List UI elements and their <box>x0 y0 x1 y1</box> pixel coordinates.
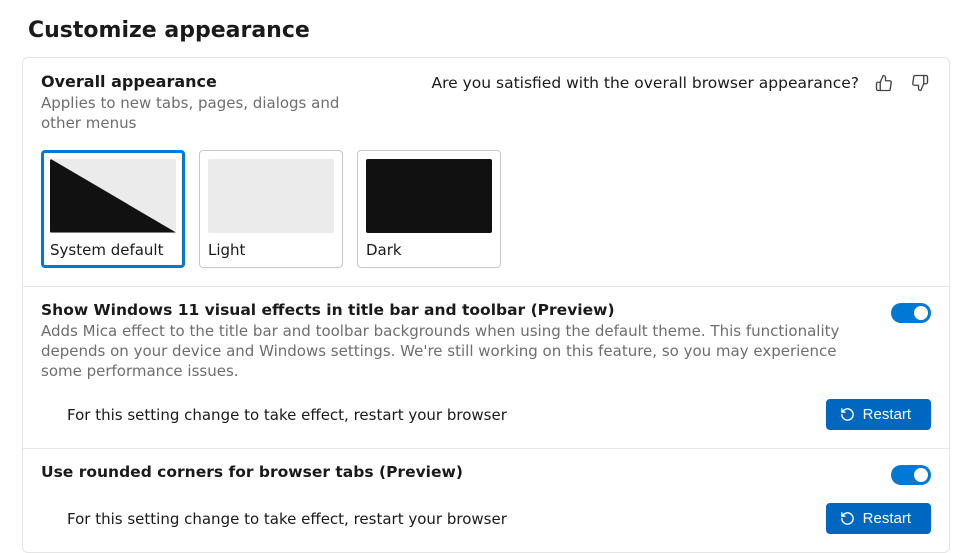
mica-title: Show Windows 11 visual effects in title … <box>41 301 871 319</box>
theme-label-system: System default <box>50 241 176 259</box>
rounded-toggle[interactable] <box>891 465 931 485</box>
refresh-icon <box>840 407 855 422</box>
appearance-card: Overall appearance Applies to new tabs, … <box>22 57 950 553</box>
feedback-bar: Are you satisfied with the overall brows… <box>401 72 931 94</box>
theme-option-light[interactable]: Light <box>199 150 343 268</box>
mica-restart-label: Restart <box>863 406 911 423</box>
mica-restart-button[interactable]: Restart <box>826 399 931 430</box>
theme-label-light: Light <box>208 241 334 259</box>
mica-toggle[interactable] <box>891 303 931 323</box>
rounded-restart-text: For this setting change to take effect, … <box>67 510 806 528</box>
rounded-title: Use rounded corners for browser tabs (Pr… <box>41 463 871 481</box>
thumbs-down-icon[interactable] <box>909 72 931 94</box>
overall-subtext: Applies to new tabs, pages, dialogs and … <box>41 93 381 134</box>
refresh-icon <box>840 511 855 526</box>
theme-option-dark[interactable]: Dark <box>357 150 501 268</box>
page-title: Customize appearance <box>0 0 972 57</box>
theme-preview-light <box>208 159 334 233</box>
rounded-section: Use rounded corners for browser tabs (Pr… <box>23 449 949 552</box>
feedback-prompt: Are you satisfied with the overall brows… <box>431 74 859 92</box>
theme-options: System default Light Dark <box>41 150 931 268</box>
rounded-restart-label: Restart <box>863 510 911 527</box>
mica-restart-text: For this setting change to take effect, … <box>67 406 806 424</box>
theme-option-system[interactable]: System default <box>41 150 185 268</box>
theme-preview-dark <box>366 159 492 233</box>
rounded-restart-button[interactable]: Restart <box>826 503 931 534</box>
overall-heading: Overall appearance <box>41 72 381 91</box>
mica-section: Show Windows 11 visual effects in title … <box>23 287 949 450</box>
mica-desc: Adds Mica effect to the title bar and to… <box>41 321 871 382</box>
theme-label-dark: Dark <box>366 241 492 259</box>
thumbs-up-icon[interactable] <box>873 72 895 94</box>
theme-preview-system <box>50 159 176 233</box>
overall-appearance-section: Overall appearance Applies to new tabs, … <box>23 58 949 287</box>
